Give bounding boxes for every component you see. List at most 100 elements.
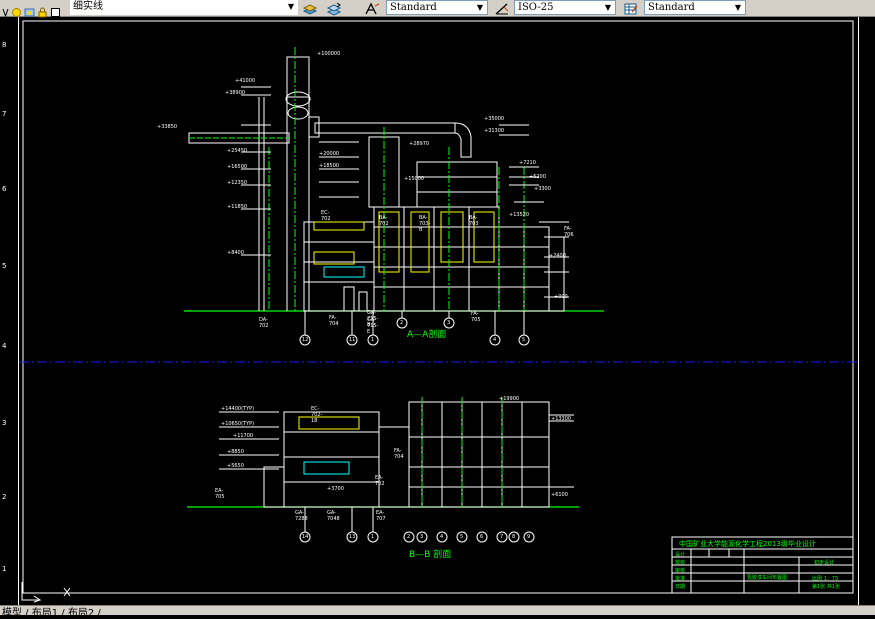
make-object-layer-current-icon[interactable] (302, 1, 318, 15)
table-style-combo-value: Standard (648, 2, 695, 13)
model-space-canvas[interactable]: +100000 A—A剖面 B—B 剖面 +41000 +38900 +3385… (19, 17, 859, 605)
lock-icon[interactable] (37, 3, 48, 17)
elev-label: +18500 (319, 163, 340, 169)
ruler-tick: 6 (2, 185, 7, 193)
layer-previous-icon[interactable] (326, 1, 342, 16)
section-aa-title: A—A剖面 (407, 330, 447, 340)
elev-label: +38900 (225, 90, 246, 96)
title-block-header: 中国矿业大学能源化学工程2013级毕业设计 (679, 540, 816, 548)
layer-state-icons (2, 1, 61, 17)
ruler-tick: 1 (2, 565, 7, 573)
title-block-design: 初步设计 (814, 560, 835, 566)
elev-label: +14400(TYP) (221, 406, 255, 412)
title-block-row: 校核 (675, 560, 686, 566)
elev-label: +5650 (227, 463, 244, 469)
chevron-down-icon[interactable]: ▼ (732, 1, 744, 14)
text-style-manager-icon[interactable] (364, 1, 380, 15)
text-style-combo[interactable]: Standard ▼ (386, 0, 488, 15)
elevation-top-label: +100000 (317, 51, 341, 57)
equip-label: EA-705 (215, 488, 225, 500)
elev-label: +2400 (549, 253, 566, 259)
title-block-row: 批准 (675, 576, 686, 582)
elev-label: +19900 (499, 396, 520, 402)
layout-tabs-bar: 模型 / 布局1 / 布局2 / (0, 605, 875, 619)
chevron-down-icon[interactable]: ▼ (285, 0, 297, 13)
title-block-sheet: 第1张 共1张 (812, 584, 840, 590)
elev-label: +11850 (227, 204, 248, 210)
elev-label: +10650(TYP) (221, 421, 255, 427)
ruler-tick: 2 (2, 493, 7, 501)
equip-label: BA-703-B (419, 215, 431, 233)
elev-label: +5200 (529, 174, 546, 180)
text-style-combo-value: Standard (390, 2, 437, 13)
dimension-style-manager-icon[interactable] (494, 1, 510, 15)
axis-label: 4 (493, 337, 497, 343)
equip-label: FA-704 (329, 315, 339, 327)
elev-label: +20000 (319, 151, 340, 157)
elev-label: +12350 (227, 180, 248, 186)
sun-icon[interactable] (11, 3, 22, 17)
equip-label: EA-702 (375, 475, 385, 487)
axis-label: 3 (420, 534, 424, 540)
axis-label: 14 (302, 534, 309, 540)
left-ruler: 8 7 6 5 4 3 2 1 (0, 17, 19, 605)
dimension-style-combo[interactable]: ISO-25 ▼ (514, 0, 616, 15)
axis-label: 5 (522, 337, 526, 343)
ruler-tick: 5 (2, 262, 7, 270)
equip-label: BA-703 (469, 215, 479, 227)
equip-label: EA-707 (376, 510, 386, 522)
linetype-combo[interactable]: 细实线 ▼ (70, 0, 298, 15)
axis-label: 2 (400, 320, 404, 326)
elev-label: +16500 (227, 164, 248, 170)
elev-label: +28970 (409, 141, 430, 147)
elev-label: +35000 (484, 116, 505, 122)
elev-label: +11700 (233, 433, 254, 439)
elev-label: +3700 (327, 486, 344, 492)
section-bb-title: B—B 剖面 (409, 550, 452, 560)
ruler-tick: 3 (2, 419, 7, 427)
elev-label: +31300 (484, 128, 505, 134)
dimension-style-combo-value: ISO-25 (518, 2, 554, 13)
elev-label: +000 (554, 294, 568, 300)
freeze-viewport-icon[interactable] (24, 3, 35, 16)
title-block-scale: 比例 1：75 (812, 576, 839, 582)
ruler-tick: 7 (2, 110, 7, 118)
axis-label: 12 (302, 337, 309, 343)
layout-tabs[interactable]: 模型 / 布局1 / 布局2 / (2, 604, 101, 619)
title-block-drawing-name: 乳胶漆车间布置图 (747, 575, 788, 581)
axis-label: 1 (371, 337, 375, 343)
title-block-row: 日期 (675, 584, 686, 590)
axis-label: 6 (480, 534, 484, 540)
elev-label: +41000 (235, 78, 256, 84)
elev-label: +33850 (157, 124, 178, 130)
title-block-row: 审核 (675, 568, 686, 574)
right-ruler (858, 17, 875, 605)
lightbulb-icon[interactable] (2, 3, 9, 17)
axis-label: 9 (527, 534, 531, 540)
elev-label: +6100 (551, 492, 568, 498)
elev-label: +3300 (534, 186, 551, 192)
chevron-down-icon[interactable]: ▼ (474, 1, 486, 14)
equip-label: EC-702 (321, 210, 331, 222)
axis-label: 4 (440, 534, 444, 540)
equip-label: GA-7048 (327, 510, 340, 522)
elev-label: +8400 (227, 250, 244, 256)
axis-label: 7 (500, 534, 504, 540)
layer-color-swatch[interactable] (50, 3, 61, 17)
equip-label: GA-715-E (367, 317, 379, 335)
equip-label: GA-7288 (295, 510, 308, 522)
table-style-combo[interactable]: Standard ▼ (644, 0, 746, 15)
equip-label: FA-704 (394, 448, 404, 460)
elev-label: +15000 (404, 176, 425, 182)
axis-label: 8 (512, 534, 516, 540)
table-style-manager-icon[interactable] (623, 1, 639, 15)
elev-label: +7210 (519, 160, 536, 166)
axis-label: 1 (371, 534, 375, 540)
cad-drawing (19, 20, 859, 594)
equip-label: FA-706 (564, 226, 574, 238)
chevron-down-icon[interactable]: ▼ (602, 1, 614, 14)
properties-toolbar: 细实线 ▼ Standard ▼ ISO-25 ▼ Standard ▼ (0, 0, 875, 17)
axis-label: 2 (407, 534, 411, 540)
axis-label: 5 (460, 534, 464, 540)
linetype-combo-value: 细实线 (73, 1, 103, 12)
